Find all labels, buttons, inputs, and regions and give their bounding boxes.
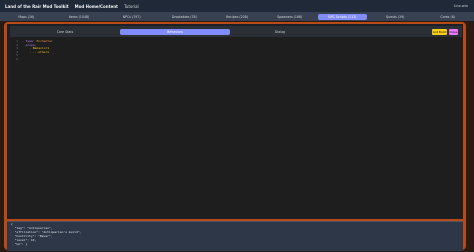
tab-spawners[interactable]: Spawners (166) [265, 14, 314, 20]
tab-droptables[interactable]: Droptables (78) [160, 14, 209, 20]
tab-npcs[interactable]: NPCs (797) [107, 14, 156, 20]
code-line: - ...others [22, 50, 53, 54]
nav-mod-home[interactable]: Mod Home/Content [75, 4, 118, 9]
editor-tabs: Core Stats Behaviors Dialog [10, 28, 462, 36]
tab-recipes[interactable]: Recipes (208) [213, 14, 262, 20]
tab-cores[interactable]: Cores (8) [423, 14, 472, 20]
tab-maps[interactable]: Maps (16) [2, 14, 51, 20]
ok-button[interactable]: Got Build [432, 29, 447, 35]
line-numbers: 1 2 3 4 5 6 [10, 39, 19, 61]
line-number: 6 [16, 56, 18, 61]
tab-npc-scripts[interactable]: NPC Scripts (113) [318, 13, 367, 20]
preview-line: "hp": { [11, 242, 28, 246]
editor-tab-core-stats[interactable]: Core Stats [50, 29, 80, 35]
code-value: Enchanter [34, 39, 53, 43]
tab-quests[interactable]: Quests (39) [371, 14, 420, 20]
json-preview: { "tag": "Antiquarian", "affiliation": "… [7, 221, 463, 251]
editor-tab-dialog[interactable]: Dialog [265, 29, 295, 35]
app-title[interactable]: Land of the Rair Mod Toolkit [5, 4, 69, 9]
editor-tab-behaviors[interactable]: Behaviors [120, 29, 230, 35]
code-editor[interactable]: 1 2 3 4 5 6 - type: Enchanter props: - B… [10, 37, 462, 217]
top-nav: Land of the Rair Mod Toolkit Mod Home/Co… [0, 0, 474, 12]
content-tabs: Maps (16) Items (1048) NPCs (797) Dropta… [0, 12, 474, 21]
code-content[interactable]: - type: Enchanter props: - Behavior1 - .… [22, 39, 53, 61]
nav-tutorial[interactable]: Tutorial [124, 4, 139, 9]
code-value: - ...others [22, 49, 50, 54]
close-button[interactable]: Close [449, 29, 458, 35]
user-menu[interactable]: Linx.win [454, 4, 468, 8]
tab-items[interactable]: Items (1048) [55, 14, 104, 20]
